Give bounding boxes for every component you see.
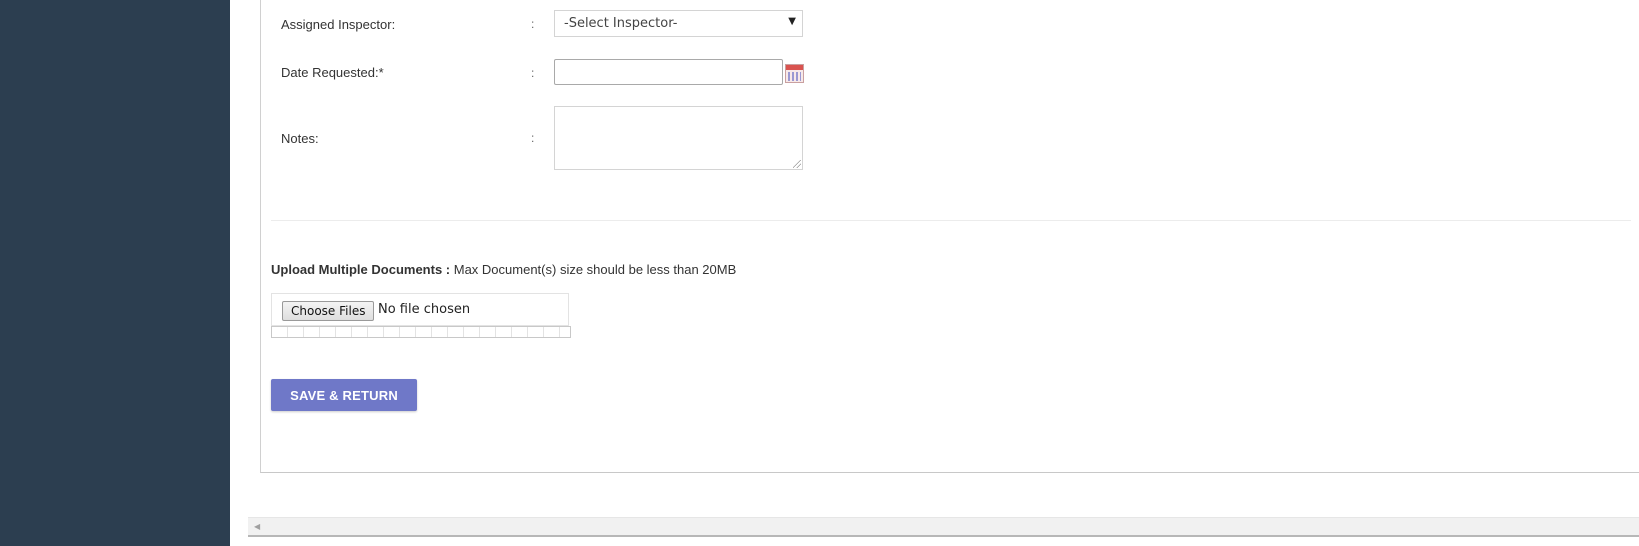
assigned-inspector-label: Assigned Inspector:	[281, 17, 396, 32]
scrollbar-shadow	[248, 535, 1639, 537]
file-input[interactable]: Choose Files No file chosen	[271, 293, 569, 326]
choose-files-button[interactable]: Choose Files	[282, 301, 375, 321]
resize-grip-icon[interactable]	[793, 160, 801, 168]
caret-down-icon: ▼	[788, 16, 796, 27]
date-requested-input[interactable]	[554, 59, 783, 85]
notes-colon: :	[531, 131, 535, 145]
upload-progress-bar	[271, 326, 571, 338]
inspector-select-value: -Select Inspector-	[564, 16, 678, 31]
date-requested-colon: :	[531, 66, 535, 80]
notes-label: Notes:	[281, 131, 319, 146]
upload-size-note: Max Document(s) size should be less than…	[453, 262, 737, 277]
sidebar	[0, 0, 230, 546]
form-panel	[260, 0, 1639, 473]
section-divider	[271, 220, 1631, 221]
upload-heading-title: Upload Multiple Documents :	[271, 262, 451, 277]
upload-heading: Upload Multiple Documents : Max Document…	[271, 262, 736, 277]
assigned-inspector-colon: :	[531, 17, 535, 31]
no-file-chosen-text: No file chosen	[378, 302, 471, 317]
inspector-select[interactable]: -Select Inspector- ▼	[554, 10, 803, 37]
save-and-return-button[interactable]: SAVE & RETURN	[271, 379, 417, 411]
scroll-left-arrow-icon[interactable]: ◀	[254, 522, 260, 531]
notes-textarea[interactable]	[554, 106, 803, 170]
gutter	[230, 0, 248, 546]
horizontal-scrollbar[interactable]: ◀	[248, 517, 1639, 536]
date-requested-label: Date Requested:*	[281, 65, 384, 80]
calendar-icon[interactable]	[785, 64, 804, 83]
